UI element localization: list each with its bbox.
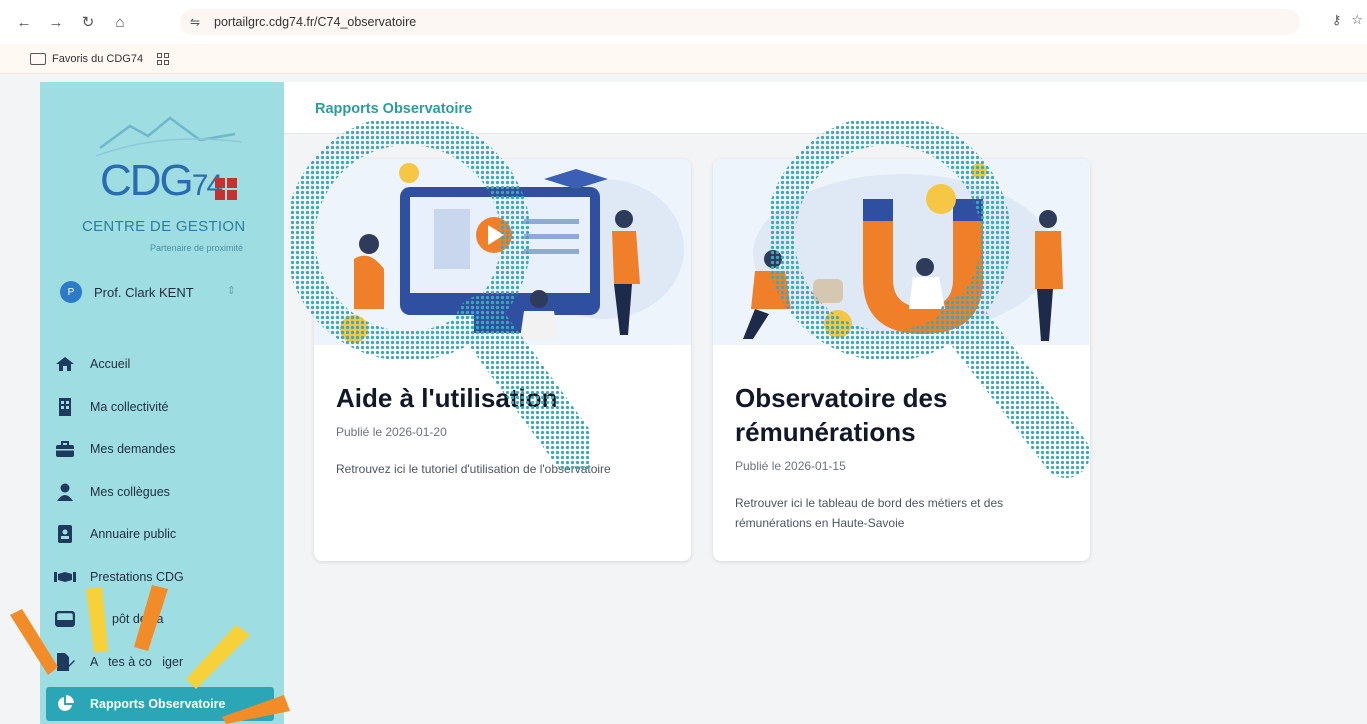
apps-grid-icon[interactable]: [157, 52, 170, 65]
address-bar[interactable]: ⇋ portailgrc.cdg74.fr/C74_observatoire: [180, 9, 1300, 35]
contact-book-icon: [54, 525, 76, 544]
home-icon: [54, 355, 76, 373]
star-icon[interactable]: ☆: [1351, 12, 1363, 28]
sidebar-item-ma-collectivite[interactable]: Ma collectivité: [50, 386, 274, 429]
browser-toolbar: ← → ↻ ⌂ ⇋ portailgrc.cdg74.fr/C74_observ…: [0, 0, 1367, 44]
sidebar-item-label: Mes collègues: [90, 484, 170, 499]
briefcase-icon: [54, 440, 76, 458]
sidebar-item-label: Accueil: [90, 357, 131, 372]
sidebar-item-mes-demandes[interactable]: Mes demandes: [50, 428, 274, 471]
magnifier-overlay-left: [290, 120, 590, 470]
sidebar-item-annuaire-public[interactable]: Annuaire public: [50, 513, 274, 556]
cdg74-logo[interactable]: CDG74 CENTRE DE GESTION Partenaire de pr…: [60, 96, 260, 253]
home-browser-icon[interactable]: ⌂: [108, 10, 132, 34]
sparkle-decoration: [10, 585, 290, 724]
page-title: Rapports Observatoire: [315, 101, 473, 117]
avatar: P: [60, 281, 82, 303]
logo-squares: [215, 178, 237, 200]
profile-name: Prof. Clark KENT: [94, 284, 194, 300]
bookmarks-bar: Favoris du CDG74: [0, 44, 1367, 74]
key-icon[interactable]: ⚷: [1332, 12, 1342, 28]
url-text: portailgrc.cdg74.fr/C74_observatoire: [214, 15, 417, 29]
building-icon: [54, 397, 76, 416]
user-icon: [54, 483, 76, 501]
forward-icon[interactable]: →: [44, 10, 68, 34]
back-icon[interactable]: ←: [12, 10, 36, 34]
chevron-updown-icon[interactable]: ⇕: [227, 284, 236, 297]
magnifier-overlay-right: [770, 120, 1090, 478]
card-description: Retrouver ici le tableau de bord des mét…: [735, 496, 1004, 530]
sidebar-item-label: Ma collectivité: [90, 399, 169, 414]
logo-subtitle: Partenaire de proximité: [150, 243, 244, 253]
sidebar-item-mes-collegues[interactable]: Mes collègues: [50, 471, 274, 514]
profile-selector[interactable]: P Prof. Clark KENT ⇕: [60, 280, 260, 304]
folder-icon: [30, 52, 46, 65]
logo-title: CENTRE DE GESTION: [82, 218, 246, 235]
reload-icon[interactable]: ↻: [76, 10, 100, 34]
sidebar-item-label: Mes demandes: [90, 442, 176, 457]
sidebar-item-accueil[interactable]: Accueil: [50, 343, 274, 386]
site-settings-icon[interactable]: ⇋: [190, 13, 208, 31]
sidebar-item-label: Annuaire public: [90, 527, 177, 542]
logo-text: CDG74: [100, 156, 223, 205]
bookmark-favoris[interactable]: Favoris du CDG74: [52, 53, 143, 65]
